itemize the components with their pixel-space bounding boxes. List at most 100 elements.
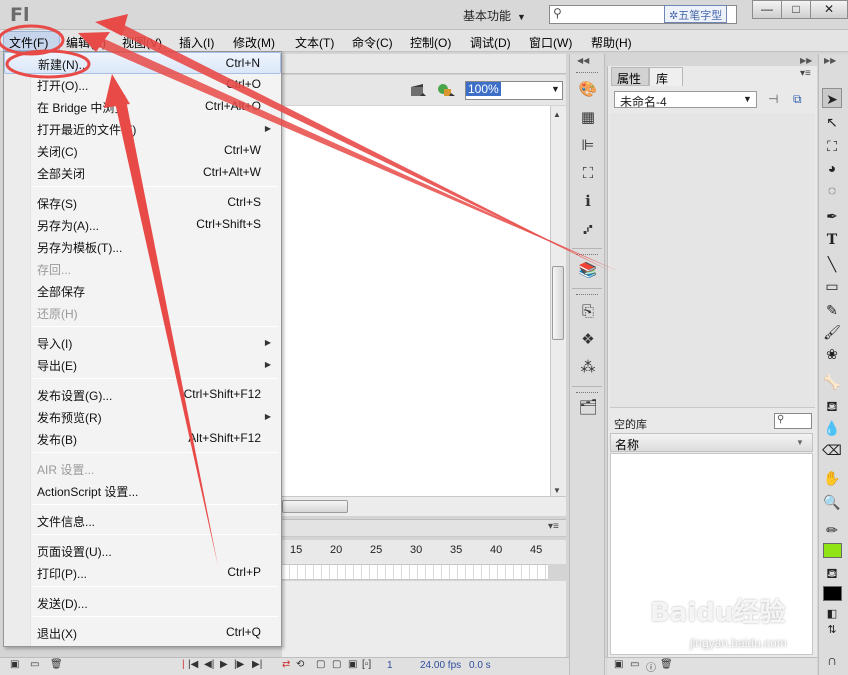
play-icon[interactable]: ▶ <box>220 659 228 670</box>
deco-tool-icon[interactable]: ❀ <box>822 344 842 364</box>
timeline-ruler[interactable] <box>282 540 566 564</box>
trash-icon[interactable]: 🗑 <box>50 659 63 670</box>
panel-grip[interactable] <box>576 254 598 257</box>
swap-colors-icon[interactable]: ⇅ <box>822 620 842 640</box>
file-menu-save-as[interactable]: 另存为(A)... Ctrl+Shift+S <box>4 214 281 236</box>
workspace-switcher[interactable]: 基本功能 ▼ <box>463 7 526 24</box>
edit-multiple-frames-icon[interactable]: ▣ <box>348 659 357 670</box>
file-menu-new[interactable]: 新建(N)... Ctrl+N <box>4 52 281 74</box>
stroke-color-swatch[interactable] <box>823 543 842 558</box>
minimize-button[interactable]: — <box>752 0 782 19</box>
menu-view[interactable]: 视图(V) <box>122 34 162 51</box>
edit-scene-icon[interactable] <box>410 83 426 97</box>
pin-library-icon[interactable]: ⊣ <box>768 92 778 106</box>
subselection-tool-icon[interactable]: ↖ <box>822 112 842 132</box>
file-menu-import[interactable]: 导入(I) ▶ <box>4 332 281 354</box>
library-document-select[interactable]: 未命名-4 <box>614 91 757 109</box>
onion-skin-outlines-icon[interactable]: ▢ <box>332 659 341 670</box>
color-panel-icon[interactable]: 🎨 <box>578 80 598 100</box>
file-menu-send[interactable]: 发送(D)... <box>4 592 281 614</box>
file-menu-publish-settings[interactable]: 发布设置(G)... Ctrl+Shift+F12 <box>4 384 281 406</box>
components-panel-icon[interactable]: ⑇ <box>578 220 598 240</box>
new-symbol-icon[interactable]: ▣ <box>614 659 623 670</box>
panel-menu-icon[interactable]: ▾≡ <box>800 68 811 79</box>
file-menu-publish[interactable]: 发布(B) Alt+Shift+F12 <box>4 428 281 450</box>
file-menu-close[interactable]: 关闭(C) Ctrl+W <box>4 140 281 162</box>
scrollbar-thumb[interactable] <box>282 500 348 513</box>
text-tool-icon[interactable]: T <box>822 230 842 250</box>
fill-color-swatch[interactable] <box>823 586 842 601</box>
transform-panel-icon[interactable]: ⛶ <box>578 164 598 184</box>
file-menu-print[interactable]: 打印(P)... Ctrl+P <box>4 562 281 584</box>
menu-text[interactable]: 文本(T) <box>295 34 334 51</box>
new-folder-icon[interactable]: ▭ <box>630 659 639 670</box>
step-forward-icon[interactable]: |▶ <box>234 659 244 670</box>
go-to-first-frame-icon[interactable]: |◀ <box>188 659 198 670</box>
zoom-tool-icon[interactable]: 🔍 <box>822 492 842 512</box>
pen-tool-icon[interactable]: ✒ <box>822 206 842 226</box>
file-menu-file-info[interactable]: 文件信息... <box>4 510 281 532</box>
edit-symbol-icon[interactable] <box>437 83 455 97</box>
new-folder-icon[interactable]: ▭ <box>30 659 39 670</box>
file-menu-save[interactable]: 保存(S) Ctrl+S <box>4 192 281 214</box>
file-menu-open[interactable]: 打开(O)... Ctrl+O <box>4 74 281 96</box>
menu-insert[interactable]: 插入(I) <box>179 34 214 51</box>
scroll-up-icon[interactable]: ▲ <box>553 110 561 119</box>
collapse-tools-icon[interactable]: ▶▶ <box>824 56 836 65</box>
file-menu-browse-bridge[interactable]: 在 Bridge 中浏览 Ctrl+Alt+O <box>4 96 281 118</box>
panel-grip[interactable] <box>576 392 598 395</box>
stage-canvas[interactable] <box>282 106 550 496</box>
file-menu-publish-preview[interactable]: 发布预览(R) ▶ <box>4 406 281 428</box>
menu-edit[interactable]: 编辑(E) <box>66 34 106 51</box>
step-back-icon[interactable]: ◀| <box>204 659 214 670</box>
menu-debug[interactable]: 调试(D) <box>470 34 511 51</box>
loop-icon[interactable]: ⟲ <box>296 659 304 670</box>
maximize-button[interactable]: □ <box>781 0 811 19</box>
menu-help[interactable]: 帮助(H) <box>591 34 632 51</box>
trash-icon[interactable]: 🗑 <box>660 659 673 670</box>
timeline-menu-icon[interactable]: ▾≡ <box>548 521 559 532</box>
close-button[interactable]: ✕ <box>810 0 848 19</box>
info-panel-icon[interactable]: ℹ <box>578 192 598 212</box>
code-snippets-panel-icon[interactable]: ❖ <box>578 330 598 350</box>
collapse-panels-icon[interactable]: ▶▶ <box>800 56 812 65</box>
align-panel-icon[interactable]: ⊫ <box>578 136 598 156</box>
paint-bucket-tool-icon[interactable]: ⛾ <box>822 396 842 416</box>
rectangle-tool-icon[interactable]: ▭ <box>822 276 842 296</box>
file-menu-save-as-template[interactable]: 另存为模板(T)... <box>4 236 281 258</box>
menu-commands[interactable]: 命令(C) <box>352 34 393 51</box>
snap-to-objects-icon[interactable]: ∩ <box>822 650 842 670</box>
menu-file[interactable]: 文件(F) <box>3 31 60 51</box>
go-to-last-frame-icon[interactable]: ▶| <box>252 659 262 670</box>
new-library-panel-icon[interactable]: ⧉ <box>793 92 802 107</box>
hand-tool-icon[interactable]: ✋ <box>822 468 842 488</box>
eraser-tool-icon[interactable]: ⌫ <box>822 440 842 460</box>
free-transform-tool-icon[interactable]: ⛶ <box>822 136 842 156</box>
new-layer-icon[interactable]: ▣ <box>10 659 19 670</box>
expand-panels-icon[interactable]: ◀◀ <box>577 56 589 65</box>
3d-rotation-tool-icon[interactable]: ◕ <box>822 158 842 178</box>
sort-icon[interactable]: ▼ <box>796 438 804 447</box>
fill-color-icon[interactable]: ⛾ <box>822 563 842 583</box>
center-frame-icon[interactable]: ⇄ <box>282 659 290 670</box>
file-menu-exit[interactable]: 退出(X) Ctrl+Q <box>4 622 281 644</box>
file-menu-actionscript-settings[interactable]: ActionScript 设置... <box>4 480 281 502</box>
column-header-name[interactable]: 名称 <box>610 433 813 452</box>
pencil-tool-icon[interactable]: ✎ <box>822 300 842 320</box>
movie-explorer-panel-icon[interactable]: 🗂 <box>578 398 598 418</box>
swatches-panel-icon[interactable]: ▦ <box>578 108 598 128</box>
line-tool-icon[interactable]: ╲ <box>822 254 842 274</box>
lasso-tool-icon[interactable]: ◌ <box>822 180 842 200</box>
current-frame[interactable]: 1 <box>387 660 393 671</box>
panel-grip[interactable] <box>576 72 598 75</box>
eyedropper-tool-icon[interactable]: 💧 <box>822 418 842 438</box>
file-menu-export[interactable]: 导出(E) ▶ <box>4 354 281 376</box>
selection-tool-icon[interactable]: ➤ <box>822 88 842 108</box>
properties-icon[interactable]: ⓘ <box>646 659 656 674</box>
menu-modify[interactable]: 修改(M) <box>233 34 275 51</box>
stroke-color-icon[interactable]: ✏ <box>822 520 842 540</box>
behaviors-panel-icon[interactable]: ⁂ <box>578 358 598 378</box>
timeline-frames[interactable] <box>282 564 548 580</box>
scrollbar-thumb[interactable] <box>552 266 564 340</box>
frame-rate[interactable]: 24.00 fps <box>420 660 461 671</box>
